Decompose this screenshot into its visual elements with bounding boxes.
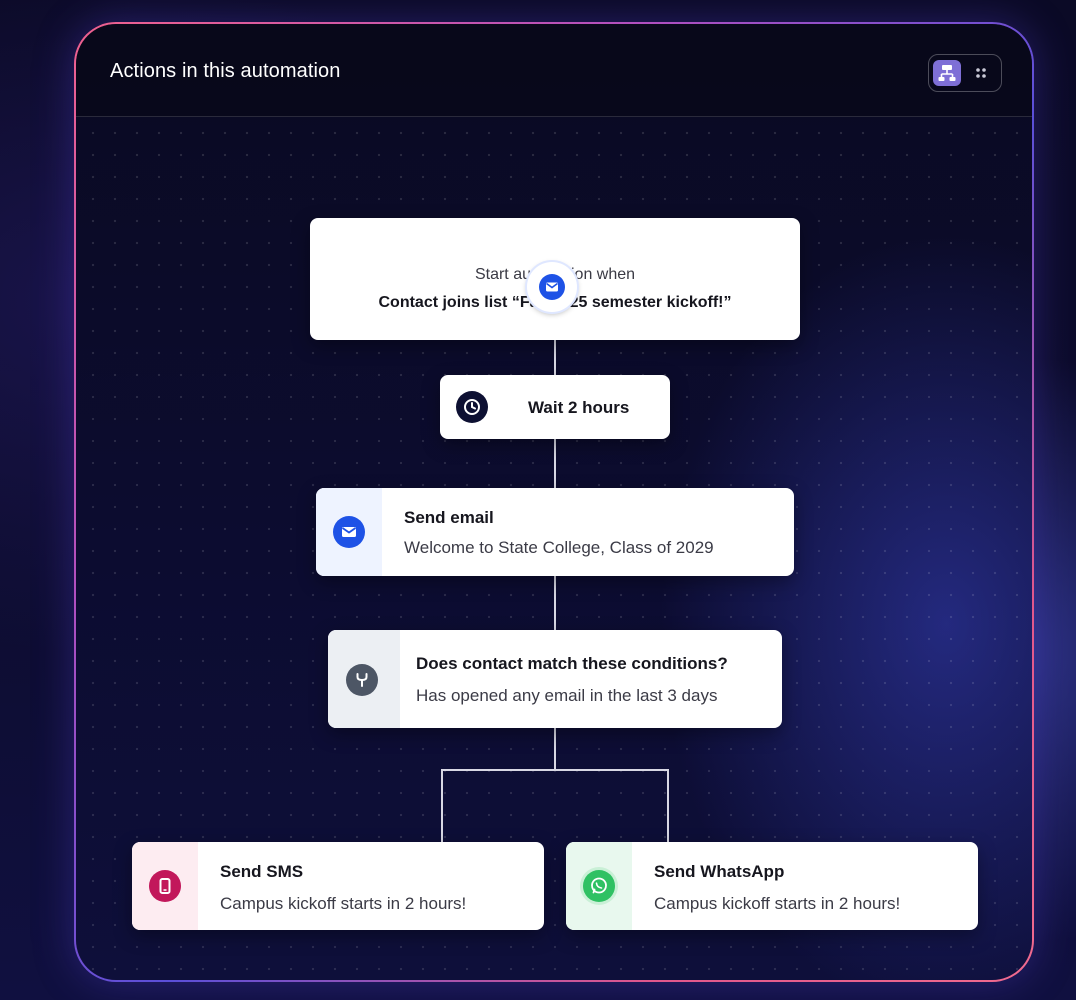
clock-icon (456, 391, 488, 423)
automation-panel: Actions in this automation Start when Co… (76, 24, 1032, 980)
wait-label: Wait 2 hours (528, 398, 630, 417)
send-sms-step-card[interactable]: Send SMS Campus kickoff starts in 2 hour… (132, 842, 544, 930)
branch-icon (346, 664, 378, 696)
grid-view-button[interactable] (967, 60, 995, 86)
send-whatsapp-icon-strip (566, 842, 632, 930)
view-toggle (928, 54, 1002, 92)
condition-title: Does contact match these conditions? (416, 654, 728, 673)
email-icon (539, 274, 565, 300)
workflow-canvas: Start automation when Contact joins list… (76, 116, 1032, 980)
send-email-title: Send email (404, 508, 494, 527)
send-whatsapp-subtitle: Campus kickoff starts in 2 hours! (654, 894, 901, 913)
send-email-step-card[interactable]: Send email Welcome to State College, Cla… (316, 488, 794, 576)
condition-subtitle: Has opened any email in the last 3 days (416, 686, 718, 705)
send-whatsapp-title: Send WhatsApp (654, 862, 785, 881)
grid-view-icon (976, 68, 986, 78)
send-sms-icon-strip (132, 842, 198, 930)
flow-view-button[interactable] (933, 60, 961, 86)
condition-step-card[interactable]: Does contact match these conditions? Has… (328, 630, 782, 728)
send-email-icon-strip (316, 488, 382, 576)
wait-step-card[interactable]: Wait 2 hours (440, 375, 670, 439)
whatsapp-icon (583, 870, 615, 902)
trigger-email-badge (527, 262, 577, 312)
condition-icon-strip (328, 630, 400, 728)
send-sms-title: Send SMS (220, 862, 304, 881)
panel-header: Actions in this automation (76, 24, 1032, 117)
flow-view-icon (938, 65, 956, 81)
send-email-subtitle: Welcome to State College, Class of 2029 (404, 538, 714, 557)
send-whatsapp-step-card[interactable]: Send WhatsApp Campus kickoff starts in 2… (566, 842, 978, 930)
send-sms-subtitle: Campus kickoff starts in 2 hours! (220, 894, 467, 913)
panel-title: Actions in this automation (110, 60, 341, 82)
email-icon (333, 516, 365, 548)
automation-panel-frame: Actions in this automation Start when Co… (74, 22, 1034, 982)
phone-icon (149, 870, 181, 902)
